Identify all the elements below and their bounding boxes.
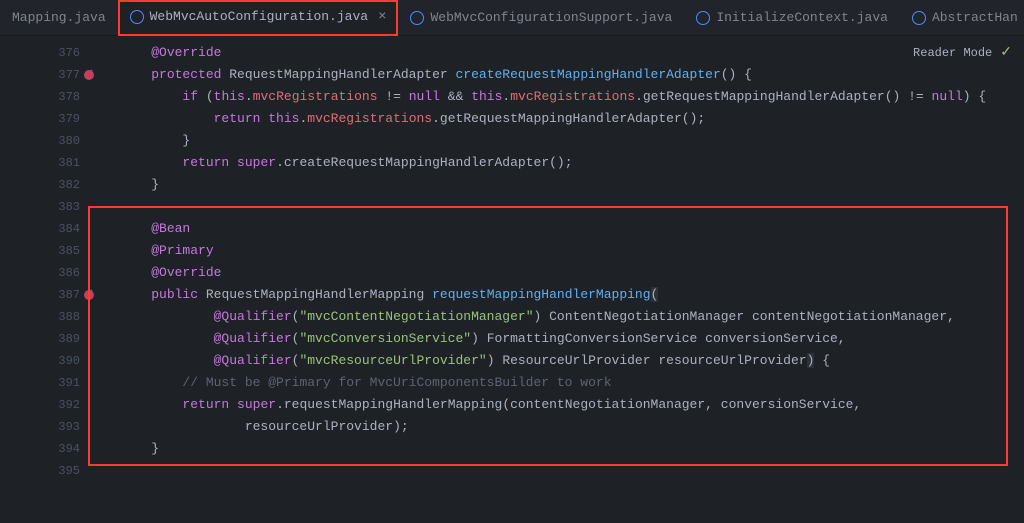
tab-webmvc-autoconfig[interactable]: WebMvcAutoConfiguration.java ×: [118, 0, 399, 36]
line-number: 387: [0, 284, 80, 306]
code-line: protected RequestMappingHandlerAdapter c…: [120, 64, 1024, 86]
tab-label: Mapping.java: [12, 10, 106, 25]
code-line: }: [120, 438, 1024, 460]
tab-label: AbstractHan: [932, 10, 1018, 25]
line-number: 384: [0, 218, 80, 240]
code-line: }: [120, 130, 1024, 152]
tab-initialize-context[interactable]: InitializeContext.java: [684, 0, 900, 36]
code-line: @Qualifier("mvcConversionService") Forma…: [120, 328, 1024, 350]
line-number: 382: [0, 174, 80, 196]
line-number: 388: [0, 306, 80, 328]
line-number: 389: [0, 328, 80, 350]
tab-webmvc-configsupport[interactable]: WebMvcConfigurationSupport.java: [398, 0, 684, 36]
code-line: // Must be @Primary for MvcUriComponents…: [120, 372, 1024, 394]
line-number-gutter: 376 377 378 379 380 381 382 383 384 385 …: [0, 36, 100, 523]
line-number: 379: [0, 108, 80, 130]
code-line: @Qualifier("mvcContentNegotiationManager…: [120, 306, 1024, 328]
code-line: return super.createRequestMappingHandler…: [120, 152, 1024, 174]
line-number: 394: [0, 438, 80, 460]
line-number: 380: [0, 130, 80, 152]
line-number: 376: [0, 42, 80, 64]
code-line: if (this.mvcRegistrations != null && thi…: [120, 86, 1024, 108]
code-line: @Override: [120, 262, 1024, 284]
tab-mapping[interactable]: Mapping.java: [0, 0, 118, 36]
line-number: 383: [0, 196, 80, 218]
editor-tabs: Mapping.java WebMvcAutoConfiguration.jav…: [0, 0, 1024, 36]
tab-label: WebMvcConfigurationSupport.java: [430, 10, 672, 25]
code-content[interactable]: @Override protected RequestMappingHandle…: [100, 36, 1024, 523]
tab-abstract-handler[interactable]: AbstractHan: [900, 0, 1024, 36]
line-number: 385: [0, 240, 80, 262]
code-line: }: [120, 174, 1024, 196]
code-line: return super.requestMappingHandlerMappin…: [120, 394, 1024, 416]
line-number: 395: [0, 460, 80, 482]
line-number: 391: [0, 372, 80, 394]
java-interface-icon: [410, 11, 424, 25]
line-number: 390: [0, 350, 80, 372]
line-number: 386: [0, 262, 80, 284]
code-editor[interactable]: Reader Mode ✓ 376 377 378 379 380 381 38…: [0, 36, 1024, 523]
code-line: return this.mvcRegistrations.getRequestM…: [120, 108, 1024, 130]
code-line: [120, 460, 1024, 482]
java-interface-icon: [912, 11, 926, 25]
code-line: @Bean: [120, 218, 1024, 240]
code-line: @Qualifier("mvcResourceUrlProvider") Res…: [120, 350, 1024, 372]
java-interface-icon: [130, 10, 144, 24]
line-number: 392: [0, 394, 80, 416]
line-number: 381: [0, 152, 80, 174]
code-line: public RequestMappingHandlerMapping requ…: [120, 284, 1024, 306]
line-number: 378: [0, 86, 80, 108]
code-line: [120, 196, 1024, 218]
close-icon[interactable]: ×: [378, 9, 386, 25]
code-line: resourceUrlProvider);: [120, 416, 1024, 438]
code-line: @Override: [120, 42, 1024, 64]
line-number: 377: [0, 64, 80, 86]
tab-label: InitializeContext.java: [716, 10, 888, 25]
line-number: 393: [0, 416, 80, 438]
code-line: @Primary: [120, 240, 1024, 262]
tab-label: WebMvcAutoConfiguration.java: [150, 9, 368, 24]
java-interface-icon: [696, 11, 710, 25]
